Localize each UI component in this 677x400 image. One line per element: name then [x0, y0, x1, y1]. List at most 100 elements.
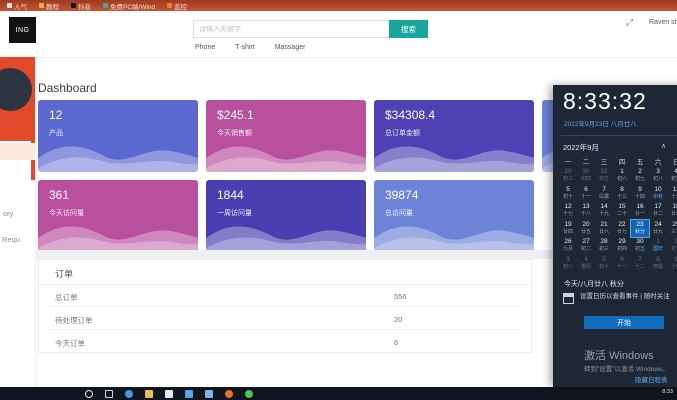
bookmark-item[interactable]: 监控 — [167, 1, 187, 11]
page-header: ING 搜索 Phone T-shirt Massager ⤢ Raven st — [0, 11, 677, 58]
calendar-day[interactable]: 6十一 — [577, 185, 595, 203]
calendar-day[interactable]: 5初十 — [559, 185, 577, 203]
calendar-day[interactable]: 25三十 — [667, 220, 677, 238]
calendar-day[interactable]: 26九月 — [559, 237, 577, 255]
avatar[interactable] — [0, 68, 32, 111]
search-input[interactable] — [194, 26, 389, 33]
calendar-day[interactable]: 5初十 — [595, 255, 613, 273]
order-row-value: 20 — [394, 315, 402, 324]
calendar-day[interactable]: 30初五 — [631, 237, 649, 255]
bookmark-item[interactable]: 抖音 — [71, 1, 91, 11]
calendar-day[interactable]: 27初二 — [577, 237, 595, 255]
clock-date: 2022年9月23日 八月廿八 — [564, 118, 637, 128]
stat-card: 1844一周访问量 — [206, 180, 366, 252]
account-name[interactable]: Raven st — [649, 19, 677, 26]
calendar-day[interactable]: 19廿四 — [559, 220, 577, 238]
calendar-day[interactable]: 3初八 — [559, 255, 577, 273]
bookmark-item[interactable]: 教程 — [39, 1, 59, 11]
calendar-day[interactable]: 7十二 — [631, 255, 649, 273]
calendar-day[interactable]: 29初四 — [613, 237, 631, 255]
calendar-day[interactable]: 8寒露 — [649, 255, 667, 273]
calendar-day[interactable]: 29初三 — [559, 167, 577, 185]
weekday-label: 三 — [595, 156, 613, 166]
store-logo[interactable]: ING — [9, 17, 36, 43]
calendar-day[interactable]: 4重阳 — [577, 255, 595, 273]
calendar-day[interactable]: 17廿二 — [649, 202, 667, 220]
calendar-day[interactable]: 4初九 — [667, 167, 677, 185]
stat-card: 39874总访问量 — [374, 180, 534, 252]
order-row-label: 待处理订单 — [55, 315, 93, 326]
bookmark-item[interactable]: 人气 — [7, 1, 27, 11]
mail-icon[interactable] — [185, 390, 193, 398]
chevron-up-icon[interactable]: ∧ — [661, 142, 666, 150]
calendar-day[interactable]: 22廿七 — [613, 220, 631, 238]
activate-windows-watermark: 激活 Windows — [584, 347, 654, 363]
calendar-day[interactable]: 1初六 — [613, 167, 631, 185]
start-button[interactable]: 开始 — [584, 316, 664, 329]
nav-item-tshirt[interactable]: T-shirt — [235, 44, 254, 51]
calendar-day[interactable]: 6十一 — [613, 255, 631, 273]
calendar-day[interactable]: 21廿六 — [595, 220, 613, 238]
calendar-day[interactable]: 15二十 — [613, 202, 631, 220]
firefox-icon[interactable] — [225, 390, 233, 398]
calendar-day[interactable]: 7白露 — [595, 185, 613, 203]
nav-item-phone[interactable]: Phone — [195, 44, 215, 51]
divider — [561, 135, 677, 136]
edge-icon[interactable] — [125, 390, 133, 398]
calendar-day[interactable]: 18廿三 — [667, 202, 677, 220]
calendar-day[interactable]: 12十七 — [559, 202, 577, 220]
fullscreen-icon[interactable]: ⤢ — [626, 17, 633, 28]
sidebar-active-item[interactable] — [0, 143, 35, 160]
stat-card-label: 今天访问量 — [49, 208, 84, 218]
activate-windows-subtext: 转到"设置"以激活 Windows。 — [584, 363, 669, 373]
clock-time: 8:33:32 — [563, 88, 647, 115]
calendar-day[interactable]: 20廿五 — [577, 220, 595, 238]
search-box — [193, 20, 389, 38]
calendar-day[interactable]: 10中秋 — [649, 185, 667, 203]
calendar-day[interactable]: 2初七 — [667, 237, 677, 255]
hide-agenda-link[interactable]: 隐藏日程表 — [635, 374, 668, 384]
bookmark-favicon — [103, 3, 108, 8]
nav-item-massager[interactable]: Massager — [275, 44, 306, 51]
wechat-icon[interactable] — [245, 390, 253, 398]
calendar-day[interactable]: 9十四 — [667, 255, 677, 273]
bookmark-favicon — [39, 3, 44, 8]
calendar-day[interactable]: 3初八 — [649, 167, 667, 185]
table-row: 待处理订单 20 — [39, 307, 531, 330]
calendar-day-today[interactable]: 23秋分 — [631, 220, 649, 238]
calendar-setup-text: 设置日历以查看事件 | 随时关注 — [580, 293, 677, 301]
bookmark-favicon — [167, 3, 172, 8]
weekday-label: 一 — [559, 156, 577, 166]
store-logo-text: ING — [16, 27, 30, 34]
weekday-label: 五 — [631, 156, 649, 166]
search-button[interactable]: 搜索 — [389, 20, 428, 38]
calendar-day[interactable]: 8十三 — [613, 185, 631, 203]
calendar-day[interactable]: 24廿九 — [649, 220, 667, 238]
stat-cards-row-2: 361今天访问量1844一周访问量39874总访问量 — [38, 180, 534, 252]
bookmark-item[interactable]: 免费PC端/Wind — [103, 1, 155, 11]
photos-icon[interactable] — [205, 390, 213, 398]
calendar-setup-icon — [563, 293, 574, 304]
calendar-day[interactable]: 28初三 — [595, 237, 613, 255]
wave-decoration — [374, 132, 534, 172]
search-icon[interactable] — [85, 390, 93, 398]
wave-decoration — [374, 212, 534, 252]
taskbar-clock[interactable]: 8:33 — [662, 389, 673, 395]
store-icon[interactable] — [165, 390, 173, 398]
calendar-day[interactable]: 30初四 — [577, 167, 595, 185]
calendar-day[interactable]: 31初五 — [595, 167, 613, 185]
sidebar-item-request[interactable]: Requ — [2, 235, 20, 244]
taskview-icon[interactable] — [105, 390, 113, 398]
calendar-day[interactable]: 1国庆 — [649, 237, 667, 255]
calendar-day[interactable]: 2初七 — [631, 167, 649, 185]
calendar-day[interactable]: 13十八 — [577, 202, 595, 220]
calendar-day[interactable]: 14十九 — [595, 202, 613, 220]
table-row: 今天订单 6 — [39, 330, 531, 353]
explorer-icon[interactable] — [145, 390, 153, 398]
order-row-label: 今天订单 — [55, 338, 85, 349]
calendar-day[interactable]: 9十四 — [631, 185, 649, 203]
sidebar-item-category[interactable]: ory — [3, 209, 13, 218]
calendar-month-label[interactable]: 2022年9月 — [563, 142, 599, 153]
calendar-day[interactable]: 16廿一 — [631, 202, 649, 220]
calendar-day[interactable]: 11十六 — [667, 185, 677, 203]
